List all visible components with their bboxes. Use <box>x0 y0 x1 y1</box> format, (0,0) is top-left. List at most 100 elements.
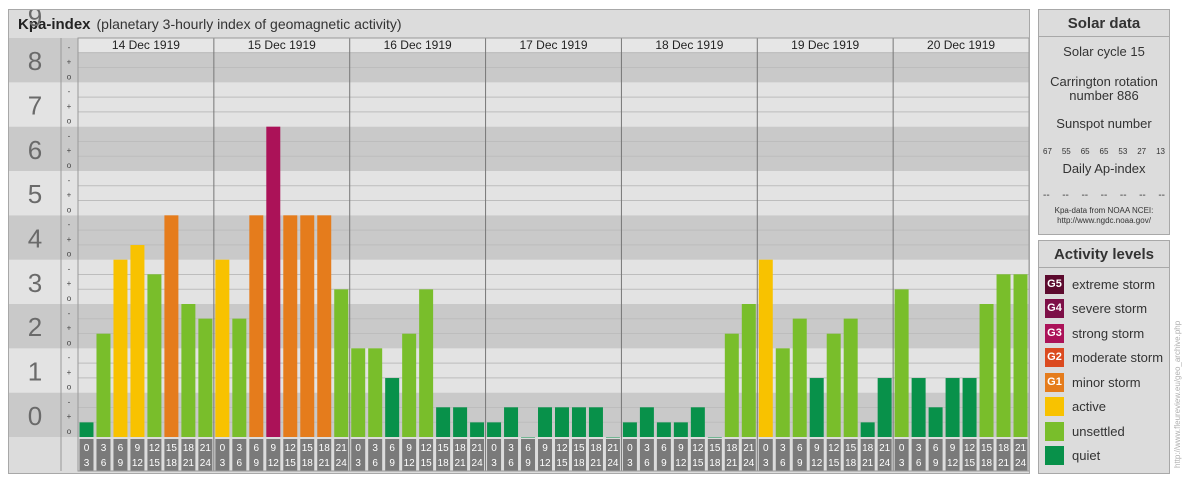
hour-label-end: 21 <box>455 458 467 469</box>
kp-bar <box>334 289 349 437</box>
kp-bar <box>860 422 875 437</box>
kp-bar <box>945 378 960 437</box>
hour-label-end: 18 <box>709 458 721 469</box>
kp-bar <box>979 304 994 437</box>
legend-swatch: G3 <box>1045 323 1064 343</box>
kp-bar <box>639 407 654 437</box>
hour-label-start: 0 <box>763 443 769 454</box>
hour-label-start: 3 <box>508 443 514 454</box>
hour-label-end: 3 <box>84 458 90 469</box>
hour-label-start: 18 <box>590 443 602 454</box>
y-tick-label: 7 <box>28 91 42 121</box>
hour-label-end: 18 <box>166 458 178 469</box>
hour-label-end: 24 <box>472 458 484 469</box>
kp-bar <box>436 407 451 437</box>
plot-band <box>78 215 1029 260</box>
kp-bar <box>470 422 485 437</box>
hour-label-start: 15 <box>845 443 857 454</box>
hour-label-end: 24 <box>200 458 212 469</box>
hour-label-start: 0 <box>355 443 361 454</box>
legend-item-minor-storm: G1 minor storm <box>1045 372 1141 392</box>
hour-label-end: 9 <box>118 458 124 469</box>
hour-label-start: 9 <box>542 443 548 454</box>
y-tick-label: 5 <box>28 179 42 209</box>
hour-label-end: 3 <box>491 458 497 469</box>
hour-label-end: 9 <box>389 458 395 469</box>
kp-bar <box>724 333 739 437</box>
y-subtick-label: - <box>68 309 71 318</box>
kp-bar <box>555 407 569 437</box>
hour-label-end: 18 <box>981 458 993 469</box>
kp-bar <box>198 318 213 437</box>
hour-label-start: 15 <box>573 443 585 454</box>
hour-label-end: 21 <box>998 458 1010 469</box>
kp-bar <box>79 422 94 437</box>
y-subtick-label: o <box>67 427 72 436</box>
hour-label-start: 18 <box>862 443 874 454</box>
y-subtick-label: - <box>68 220 71 229</box>
legend-item-severe-storm: G4 severe storm <box>1045 298 1147 318</box>
hour-label-start: 6 <box>525 443 531 454</box>
kp-bar <box>283 215 298 437</box>
sunspot-value: 65 <box>1080 147 1090 156</box>
daily-ap-values: -- -- -- -- -- -- -- <box>1043 190 1165 201</box>
hour-label-start: 21 <box>879 443 891 454</box>
hour-label-start: 21 <box>472 443 484 454</box>
y-subtick-label: - <box>68 397 71 406</box>
sunspot-value: 13 <box>1156 147 1165 156</box>
kp-bar <box>164 215 179 437</box>
sunspot-value: 53 <box>1118 147 1128 156</box>
hour-label-start: 18 <box>455 443 467 454</box>
hour-label-start: 0 <box>899 443 905 454</box>
hour-label-end: 21 <box>590 458 602 469</box>
hour-label-end: 9 <box>661 458 667 469</box>
day-label: 19 Dec 1919 <box>791 38 859 52</box>
y-subtick-label: + <box>67 324 72 333</box>
hour-label-end: 18 <box>845 458 857 469</box>
sunspot-number-label: Sunspot number <box>1056 116 1152 131</box>
carrington-rotation-number: number 886 <box>1069 88 1139 103</box>
plot-band <box>78 82 1029 127</box>
hour-label-end: 6 <box>101 458 107 469</box>
hour-label-start: 9 <box>950 443 956 454</box>
hour-label-end: 12 <box>947 458 959 469</box>
hour-label-end: 24 <box>1015 458 1027 469</box>
daily-ap-label: Daily Ap-index <box>1062 161 1146 176</box>
legend-label: minor storm <box>1072 374 1141 390</box>
legend-item-active: active <box>1045 396 1106 416</box>
kp-bar <box>453 407 468 437</box>
kp-bar <box>962 378 977 437</box>
ap-value: -- <box>1062 190 1069 201</box>
y-tick-label: 9 <box>28 10 42 32</box>
legend-swatch <box>1045 421 1064 441</box>
hour-label-start: 15 <box>438 443 450 454</box>
credit-link[interactable]: http://www.fleureview.eu/geo_archive.php <box>1171 255 1184 470</box>
hour-label-end: 15 <box>149 458 161 469</box>
hour-label-start: 6 <box>389 443 395 454</box>
day-label: 14 Dec 1919 <box>112 38 180 52</box>
hour-label-end: 24 <box>607 458 619 469</box>
kp-bar <box>928 407 943 437</box>
hour-label-start: 12 <box>556 443 568 454</box>
hour-label-start: 6 <box>933 443 939 454</box>
legend-item-strong-storm: G3 strong storm <box>1045 323 1144 343</box>
y-subtick-label: - <box>68 264 71 273</box>
y-subtick-label: - <box>68 87 71 96</box>
kp-bar <box>1013 274 1028 437</box>
kp-bar <box>571 407 586 437</box>
kp-bar <box>809 378 824 437</box>
plot-band <box>78 171 1029 216</box>
activity-levels-title: Activity levels <box>1039 243 1169 268</box>
hour-label-start: 15 <box>166 443 178 454</box>
kp-bar <box>622 422 637 437</box>
hour-label-end: 21 <box>183 458 195 469</box>
legend-swatch: G4 <box>1045 298 1064 318</box>
hour-label-start: 3 <box>372 443 378 454</box>
kp-bar <box>877 378 892 437</box>
legend-item-quiet: quiet <box>1045 445 1100 465</box>
hour-label-start: 3 <box>916 443 922 454</box>
hour-label-end: 3 <box>763 458 769 469</box>
legend-label: quiet <box>1072 447 1101 463</box>
kp-bar <box>181 304 196 437</box>
y-subtick-label: o <box>67 338 72 347</box>
